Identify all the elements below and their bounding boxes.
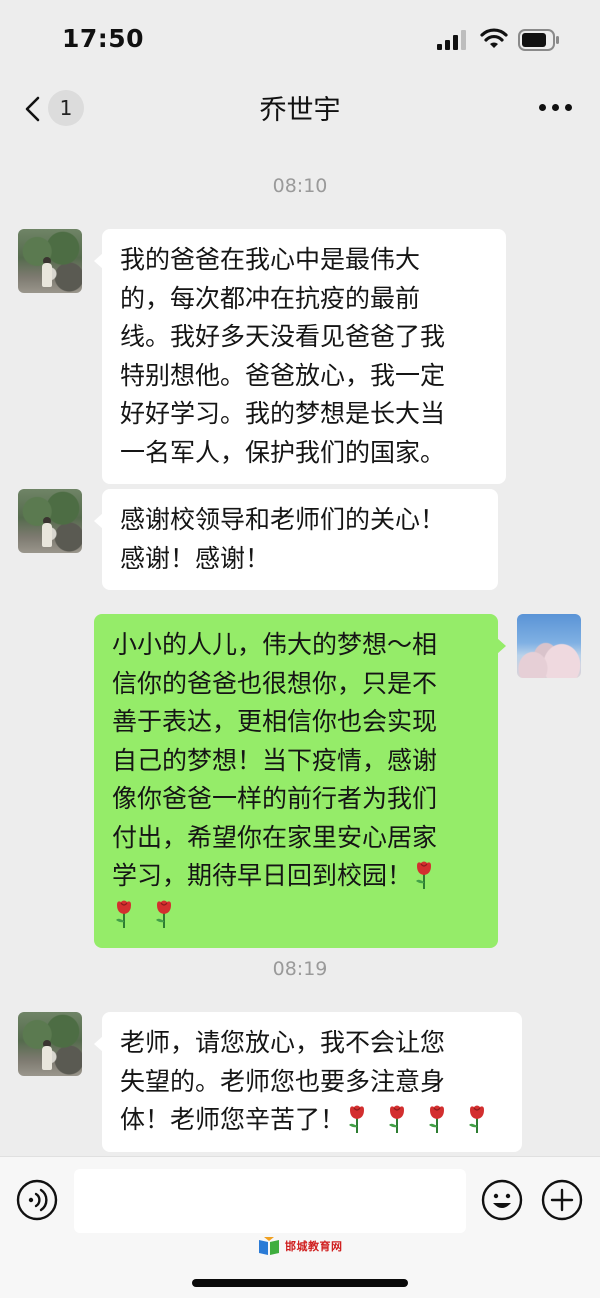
contact-avatar[interactable] [18,489,82,553]
message-bubble-incoming[interactable]: 老师，请您放心，我不会让您 失望的。老师您也要多注意身 体！老师您辛苦了！ [94,1012,522,1152]
contact-avatar[interactable] [18,229,82,293]
signal-icon [437,30,466,50]
avatar-figure-body [42,263,52,287]
chevron-left-icon [25,96,40,122]
rose-icon [388,1105,404,1133]
message-bubble-incoming[interactable]: 感谢校领导和老师们的关心！ 感谢！感谢！ [94,489,498,590]
chat-timestamp: 08:10 [272,175,328,197]
wifi-icon [480,28,508,48]
message-text: 感谢校领导和老师们的关心！ 感谢！感谢！ [120,505,446,573]
more-dot [552,104,559,111]
rose-icon [416,861,432,889]
voice-icon[interactable] [16,1179,58,1221]
more-dot [539,104,546,111]
watermark: 邯城教育网 [258,1233,343,1259]
watermark-text: 邯城教育网 [285,1240,343,1253]
rose-icon [116,900,131,928]
chat-title: 乔世宇 [259,95,341,126]
message-text: 我的爸爸在我心中是最伟大 的，每次都冲在抗疫的最前 线。我好多天没看见爸爸了我 … [120,245,446,467]
more-dot [565,104,572,111]
emoji-icon[interactable] [481,1179,523,1221]
input-bar: 邯城教育网 [0,1156,600,1298]
plus-icon[interactable] [541,1179,583,1221]
message-input[interactable] [74,1169,466,1233]
avatar-figure-body [42,523,52,547]
chat-timestamp: 08:19 [272,958,328,980]
message-bubble-outgoing[interactable]: 小小的人儿，伟大的梦想～相 信你的爸爸也很想你，只是不 善于表达，更相信你也会实… [94,614,506,948]
nav-bar: 1 乔世宇 [0,80,600,140]
avatar-figure-body [42,1046,52,1070]
rose-icon [428,1105,444,1133]
my-avatar[interactable] [517,614,581,678]
message-bubble-incoming[interactable]: 我的爸爸在我心中是最伟大 的，每次都冲在抗疫的最前 线。我好多天没看见爸爸了我 … [94,229,506,484]
status-bar: 17:50 [0,0,600,80]
message-text: 小小的人儿，伟大的梦想～相 信你的爸爸也很想你，只是不 善于表达，更相信你也会实… [112,630,438,890]
book-logo-icon [259,1237,279,1255]
rose-icon [155,900,171,928]
unread-badge: 1 [48,90,84,126]
contact-avatar[interactable] [18,1012,82,1076]
rose-icon [349,1105,365,1133]
message-text-wrap: 老师，请您放心，我不会让您 失望的。老师您也要多注意身 体！老师您辛苦了！ [120,1024,504,1140]
rose-icon [468,1105,484,1133]
status-time: 17:50 [62,24,145,53]
more-button[interactable] [536,92,576,122]
home-indicator[interactable] [192,1279,408,1287]
battery-icon [518,29,559,51]
message-text-wrap: 小小的人儿，伟大的梦想～相 信你的爸爸也很想你，只是不 善于表达，更相信你也会实… [112,626,480,934]
back-button[interactable]: 1 [18,86,98,130]
